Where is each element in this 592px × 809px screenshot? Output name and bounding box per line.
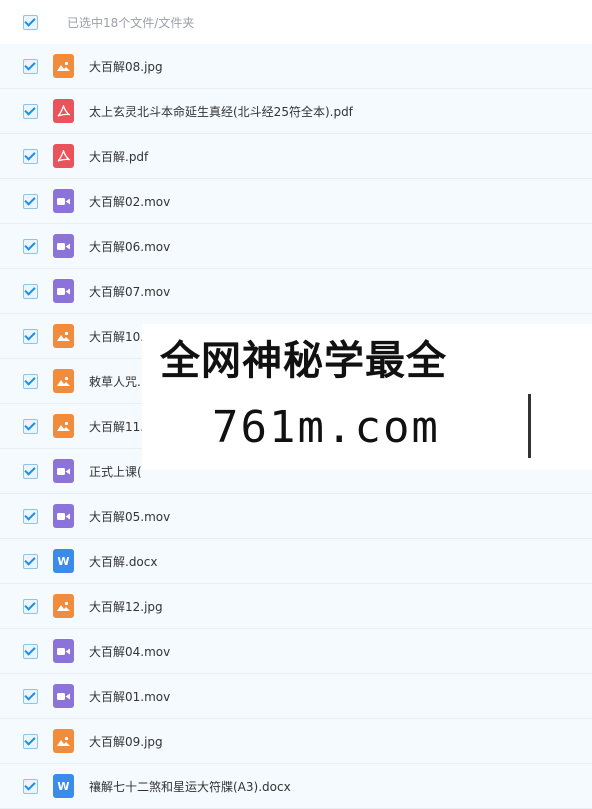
file-name[interactable]: 大百解.pdf	[89, 148, 148, 165]
file-name[interactable]: 禳解七十二煞和星运大符牒(A3).docx	[89, 778, 291, 795]
video-file-icon	[53, 504, 74, 528]
file-name[interactable]: 大百解04.mov	[89, 643, 170, 660]
file-checkbox[interactable]	[23, 643, 38, 659]
file-row[interactable]: 大百解06.mov	[0, 224, 592, 269]
file-row[interactable]: 大百解04.mov	[0, 629, 592, 674]
file-name[interactable]: 大百解11.	[89, 418, 144, 435]
file-checkbox[interactable]	[23, 283, 38, 299]
file-row[interactable]: 大百解12.jpg	[0, 584, 592, 629]
file-row[interactable]: W 禳解七十二煞和星运大符牒(A3).docx	[0, 764, 592, 809]
file-name[interactable]: 大百解02.mov	[89, 193, 170, 210]
file-name[interactable]: 敕草人咒.	[89, 373, 141, 390]
file-row[interactable]: 大百解09.jpg	[0, 719, 592, 764]
image-file-icon	[53, 414, 74, 438]
file-row[interactable]: 大百解.pdf	[0, 134, 592, 179]
file-row[interactable]: 大百解08.jpg	[0, 44, 592, 89]
file-row[interactable]: 太上玄灵北斗本命延生真经(北斗经25符全本).pdf	[0, 89, 592, 134]
video-file-icon	[53, 639, 74, 663]
pdf-file-icon	[53, 99, 74, 123]
file-row[interactable]: W 大百解.docx	[0, 539, 592, 584]
word-file-icon: W	[53, 774, 74, 798]
file-checkbox[interactable]	[23, 193, 38, 209]
file-checkbox[interactable]	[23, 463, 38, 479]
selection-header: 已选中18个文件/文件夹	[0, 0, 592, 44]
file-row[interactable]: 大百解07.mov	[0, 269, 592, 314]
video-file-icon	[53, 459, 74, 483]
watermark-overlay: 全网神秘学最全 761m.com	[142, 324, 592, 470]
file-row[interactable]: 大百解05.mov	[0, 494, 592, 539]
file-name[interactable]: 大百解05.mov	[89, 508, 170, 525]
image-file-icon	[53, 324, 74, 348]
file-checkbox[interactable]	[23, 418, 38, 434]
file-checkbox[interactable]	[23, 688, 38, 704]
file-name[interactable]: 太上玄灵北斗本命延生真经(北斗经25符全本).pdf	[89, 103, 353, 120]
file-name[interactable]: 大百解09.jpg	[89, 733, 163, 750]
file-checkbox[interactable]	[23, 328, 38, 344]
file-checkbox[interactable]	[23, 553, 38, 569]
file-checkbox[interactable]	[23, 598, 38, 614]
file-name[interactable]: 大百解12.jpg	[89, 598, 163, 615]
select-all-checkbox[interactable]	[23, 14, 38, 30]
file-checkbox[interactable]	[23, 238, 38, 254]
file-name[interactable]: 大百解07.mov	[89, 283, 170, 300]
file-name[interactable]: 大百解.docx	[89, 553, 157, 570]
file-checkbox[interactable]	[23, 148, 38, 164]
video-file-icon	[53, 279, 74, 303]
video-file-icon	[53, 684, 74, 708]
file-name[interactable]: 大百解06.mov	[89, 238, 170, 255]
file-name[interactable]: 大百解10.	[89, 328, 144, 345]
image-file-icon	[53, 54, 74, 78]
file-row[interactable]: 大百解02.mov	[0, 179, 592, 224]
file-checkbox[interactable]	[23, 103, 38, 119]
file-name[interactable]: 大百解01.mov	[89, 688, 170, 705]
file-checkbox[interactable]	[23, 778, 38, 794]
watermark-line2: 761m.com	[212, 402, 440, 453]
file-row[interactable]: 大百解01.mov	[0, 674, 592, 719]
pdf-file-icon	[53, 144, 74, 168]
selection-count-text: 已选中18个文件/文件夹	[67, 15, 195, 30]
word-file-icon: W	[53, 549, 74, 573]
file-checkbox[interactable]	[23, 58, 38, 74]
file-checkbox[interactable]	[23, 373, 38, 389]
video-file-icon	[53, 234, 74, 258]
file-name[interactable]: 正式上课(	[89, 463, 142, 480]
file-checkbox[interactable]	[23, 733, 38, 749]
image-file-icon	[53, 369, 74, 393]
file-name[interactable]: 大百解08.jpg	[89, 58, 163, 75]
watermark-line1: 全网神秘学最全	[160, 338, 447, 384]
watermark-divider	[528, 394, 531, 458]
image-file-icon	[53, 729, 74, 753]
file-checkbox[interactable]	[23, 508, 38, 524]
image-file-icon	[53, 594, 74, 618]
video-file-icon	[53, 189, 74, 213]
